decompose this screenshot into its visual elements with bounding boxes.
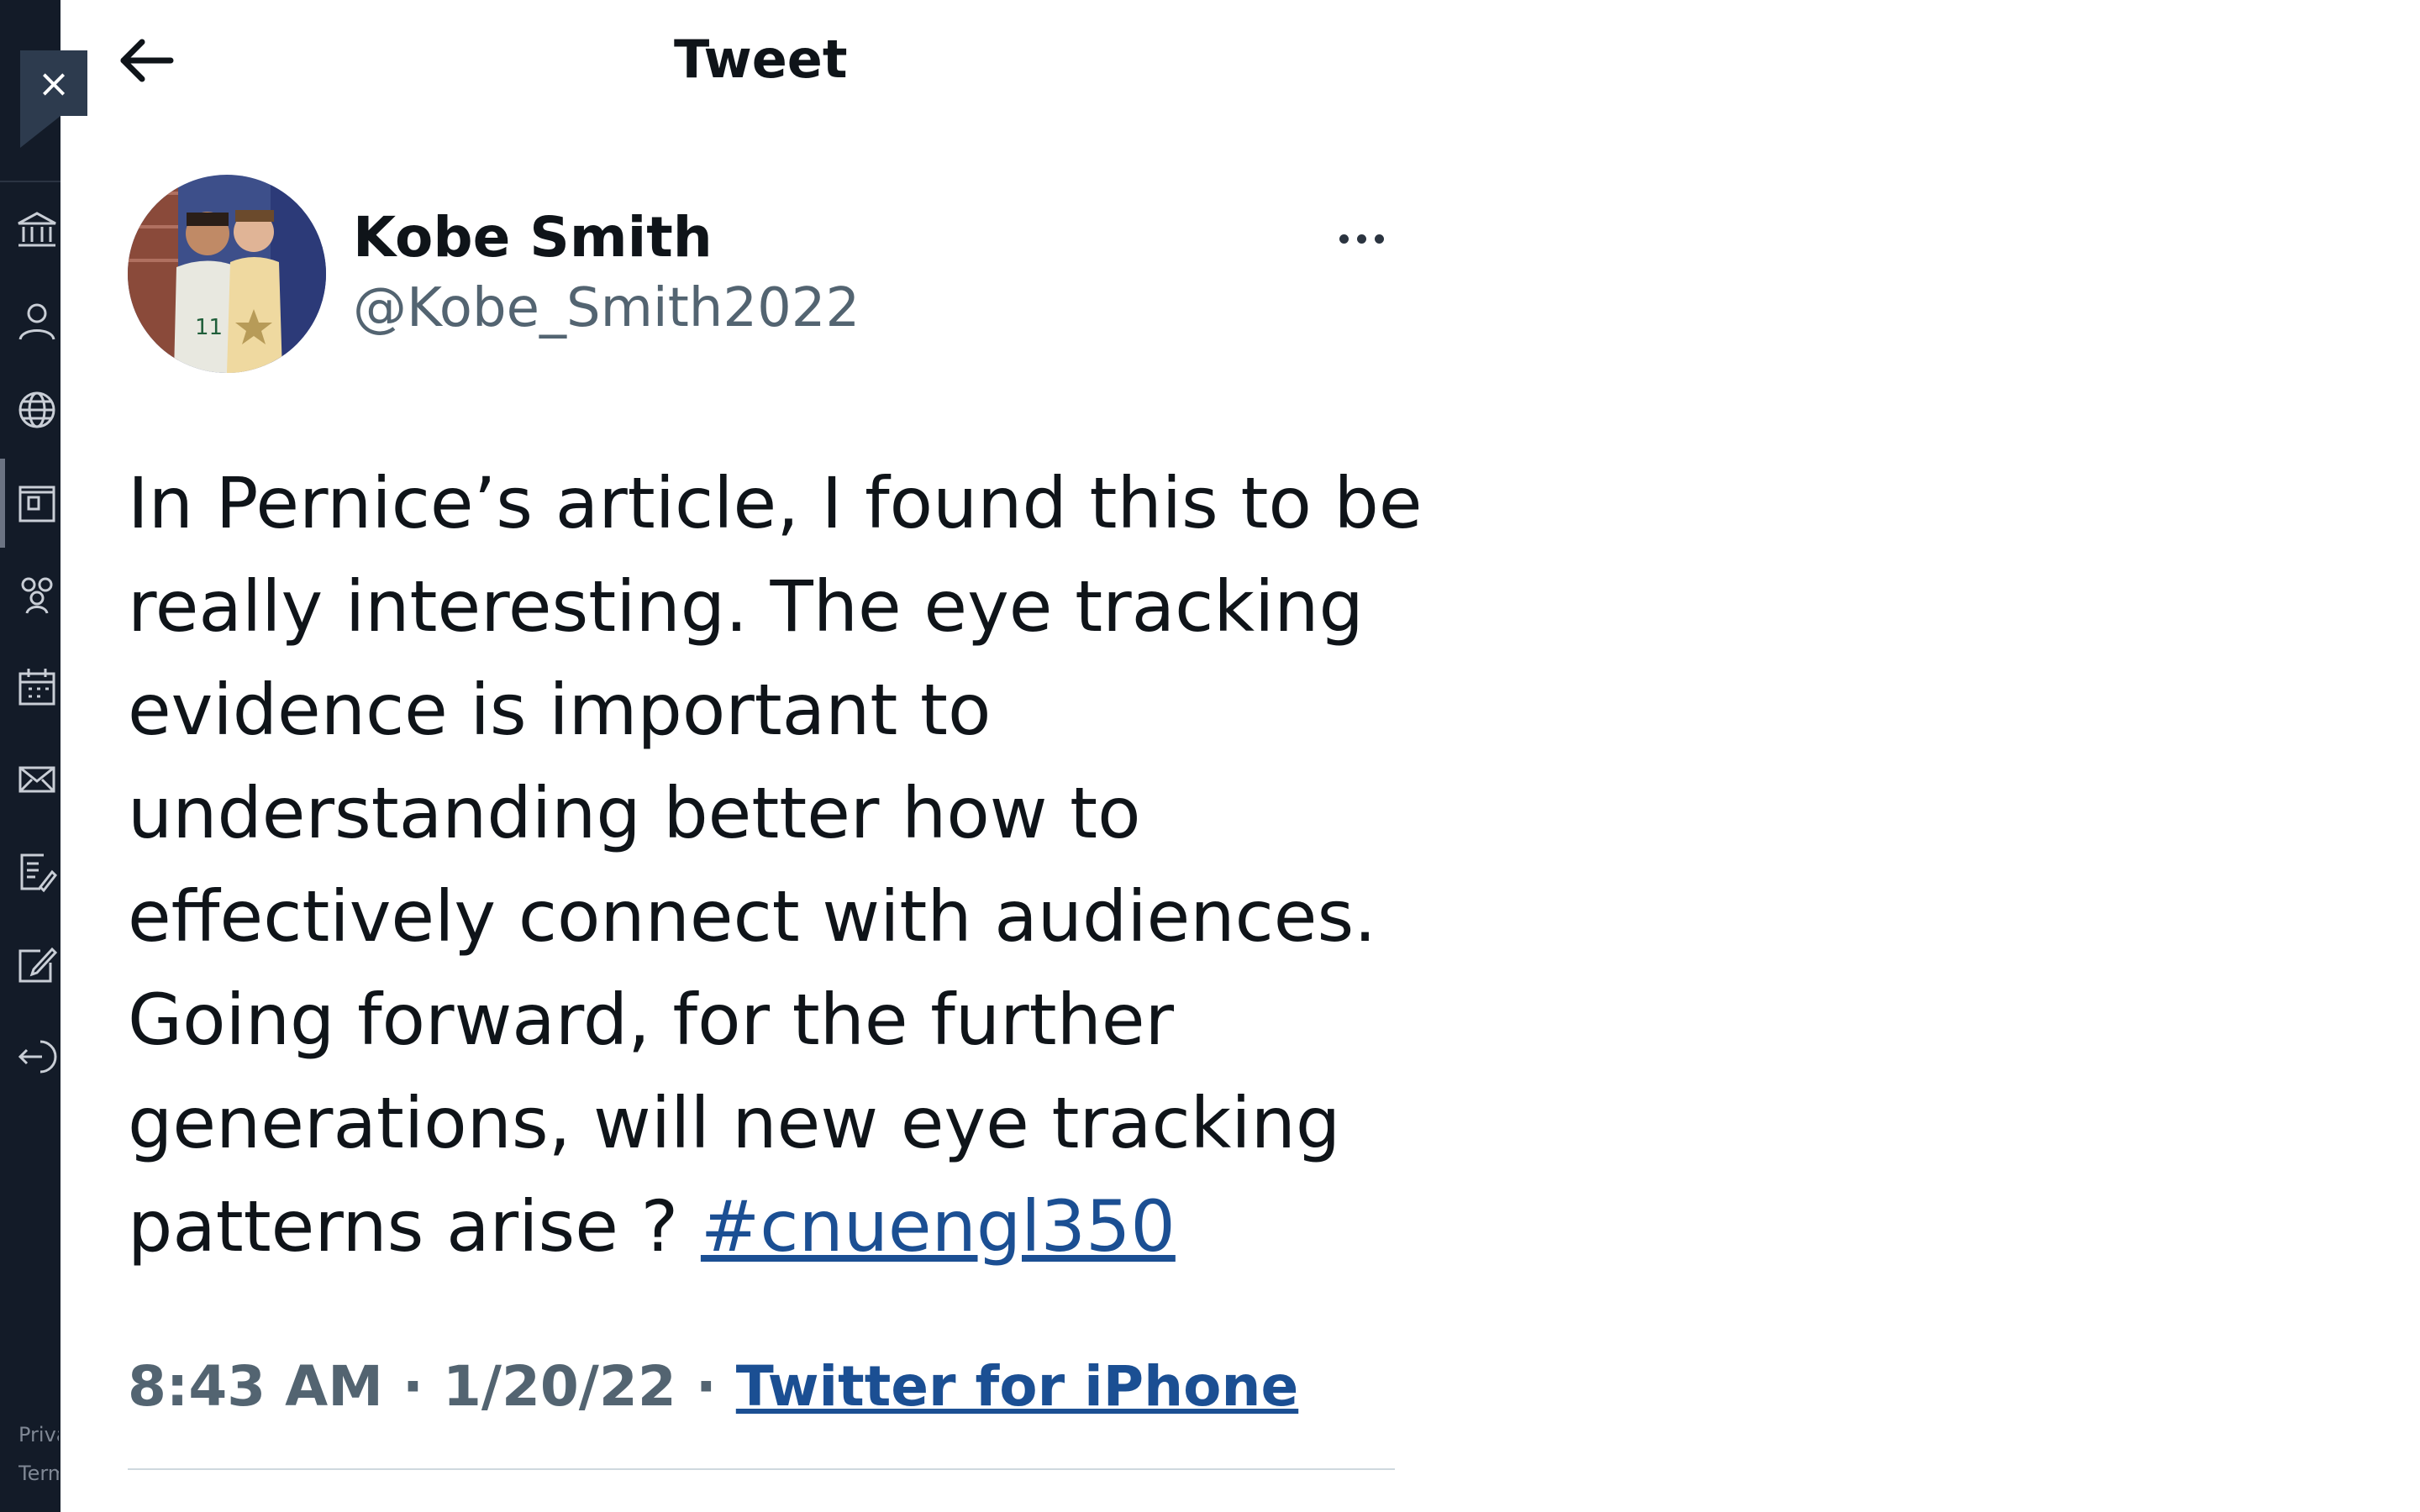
close-button-tail [20,116,60,148]
institution-icon[interactable] [15,207,62,254]
back-button[interactable] [113,27,180,94]
more-options-button[interactable] [1328,213,1395,264]
nav-divider [0,181,60,182]
author-name[interactable]: Kobe Smith [353,205,713,270]
privacy-link[interactable]: Priva [18,1423,59,1446]
tweet-meta: 8:43 AM · 1/20/22 · Twitter for iPhone [128,1354,1298,1419]
lms-side-nav: Priva Term [0,0,60,1512]
calendar-icon[interactable] [15,664,62,711]
tweet-source-link[interactable]: Twitter for iPhone [736,1354,1298,1419]
tweet-body-text: In Pernice’s article, I found this to be… [128,462,1423,1268]
avatar[interactable]: 11 [128,175,326,373]
logout-icon[interactable] [15,1033,62,1080]
more-dot-icon [1339,234,1349,244]
author-handle[interactable]: @Kobe_Smith2022 [353,277,860,339]
meta-separator: · [676,1354,736,1419]
commons-icon[interactable] [15,941,62,988]
history-icon[interactable] [15,848,62,895]
tweet-date[interactable]: 1/20/22 [443,1354,676,1419]
more-dot-icon [1374,234,1384,244]
account-icon[interactable] [15,297,62,344]
inbox-icon[interactable] [15,756,62,803]
arrow-left-icon [120,39,174,82]
terms-link[interactable]: Term [18,1462,59,1485]
close-button[interactable]: × [20,50,87,116]
divider [128,1468,1395,1470]
active-indicator [0,459,5,548]
tweet-time[interactable]: 8:43 AM [128,1354,383,1419]
profile-photo: 11 [128,175,326,373]
groups-icon[interactable] [15,571,62,618]
tweet-text: In Pernice’s article, I found this to be… [128,452,1489,1278]
hashtag-link[interactable]: #cnuengl350 [701,1185,1176,1268]
more-dot-icon [1356,234,1366,244]
globe-icon[interactable] [15,386,62,433]
meta-separator: · [382,1354,443,1419]
tweet-embed: Tweet 11 Kobe Smith @Kobe_Smith2022 In P… [60,0,2420,1512]
courses-icon[interactable] [15,480,62,528]
page-title: Tweet [674,29,848,90]
svg-text:11: 11 [195,315,223,340]
